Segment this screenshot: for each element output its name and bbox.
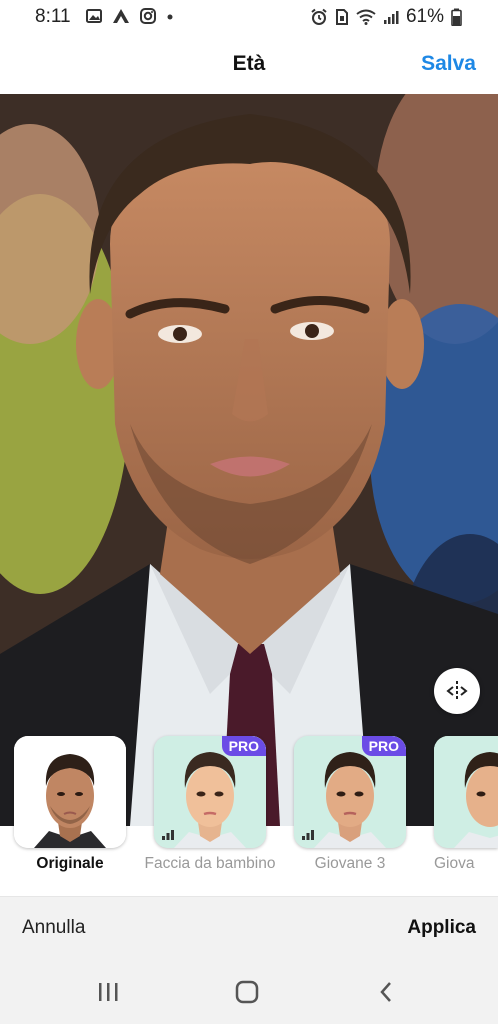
- alarm-icon: [311, 8, 327, 25]
- filter-item-giova[interactable]: Giova: [434, 736, 498, 872]
- filter-label: Faccia da bambino: [144, 855, 276, 872]
- instagram-icon: [140, 8, 156, 24]
- back-icon: [380, 982, 391, 1002]
- filter-item-faccia-da-bambino[interactable]: PRO Faccia da bambino: [145, 736, 275, 872]
- filter-strip: Originale PRO Faccia da bambino PRO Giov…: [0, 736, 498, 896]
- home-button[interactable]: [217, 974, 277, 1010]
- app-header: Età Salva: [0, 36, 498, 94]
- wifi-icon: [356, 9, 376, 25]
- filter-item-originale[interactable]: Originale: [14, 736, 126, 872]
- filter-item-giovane-3[interactable]: PRO Giovane 3: [294, 736, 406, 872]
- save-button[interactable]: Salva: [421, 52, 476, 76]
- strength-icon: [162, 830, 174, 840]
- sim-icon: [335, 9, 348, 25]
- action-bar: Annulla Applica: [0, 896, 498, 961]
- recent-apps-button[interactable]: [78, 974, 138, 1010]
- filter-thumbnail: PRO: [154, 736, 266, 848]
- pro-badge: PRO: [221, 736, 266, 756]
- apply-button[interactable]: Applica: [407, 917, 476, 939]
- notification-icons: [86, 8, 174, 24]
- filter-label: Giova: [434, 855, 475, 872]
- home-icon: [235, 980, 259, 1004]
- compare-button[interactable]: [434, 668, 480, 714]
- photo-preview[interactable]: [0, 94, 498, 826]
- battery-icon: [451, 8, 462, 26]
- battery-level: 61%: [405, 6, 444, 27]
- compare-icon: [446, 681, 468, 701]
- strength-icon: [302, 830, 314, 840]
- status-bar: 8:11 61%: [0, 0, 498, 36]
- recent-apps-icon: [99, 983, 118, 1001]
- filter-label: Giovane 3: [314, 855, 386, 872]
- filter-thumbnail: [14, 736, 126, 848]
- system-icons: 61%: [310, 6, 462, 28]
- filter-thumbnail: [434, 736, 498, 848]
- pro-badge: PRO: [361, 736, 406, 756]
- back-button[interactable]: [356, 974, 416, 1010]
- cancel-button[interactable]: Annulla: [22, 917, 85, 939]
- filter-thumbnail: PRO: [294, 736, 406, 848]
- system-nav-bar: [0, 960, 498, 1024]
- app-icon: [113, 9, 129, 23]
- signal-icon: [383, 11, 399, 24]
- status-time: 8:11: [35, 6, 71, 27]
- portrait-photo: [0, 94, 498, 826]
- filter-label: Originale: [36, 855, 104, 872]
- dot-icon: [167, 14, 173, 20]
- image-icon: [86, 9, 102, 23]
